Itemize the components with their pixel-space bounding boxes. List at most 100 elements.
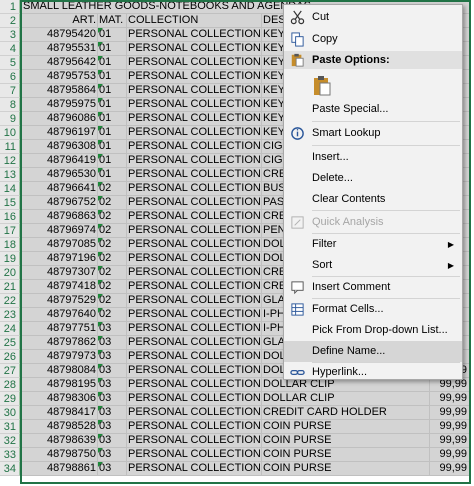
row-header[interactable]: 34 [0,462,20,476]
cell-art[interactable]: 48795975 [20,98,98,112]
row-header[interactable]: 15 [0,196,20,210]
row-header[interactable]: 24 [0,322,20,336]
row-header[interactable]: 29 [0,392,20,406]
cell-collection[interactable]: PERSONAL COLLECTION [127,126,262,140]
menu-pick-dropdown[interactable]: Pick From Drop-down List... [284,320,462,341]
row-header[interactable]: 32 [0,434,20,448]
cell-collection[interactable]: PERSONAL COLLECTION [127,322,262,336]
cell-collection[interactable]: PERSONAL COLLECTION [127,182,262,196]
header-collection[interactable]: COLLECTION [127,14,262,28]
cell-art[interactable]: 48796086 [20,112,98,126]
menu-insert-comment[interactable]: Insert Comment [284,277,462,298]
row-header[interactable]: 17 [0,224,20,238]
cell-collection[interactable]: PERSONAL COLLECTION [127,84,262,98]
cell-art[interactable]: 48798084 [20,364,98,378]
row-header[interactable]: 13 [0,168,20,182]
cell-desc[interactable]: DOLLAR CLIP [262,392,430,406]
cell-collection[interactable]: PERSONAL COLLECTION [127,196,262,210]
row-header[interactable]: 22 [0,294,20,308]
cell-collection[interactable]: PERSONAL COLLECTION [127,98,262,112]
row-header[interactable]: 5 [0,56,20,70]
cell-art[interactable]: 48797085 [20,238,98,252]
row-header[interactable]: 8 [0,98,20,112]
row-header[interactable]: 33 [0,448,20,462]
cell-desc[interactable]: COIN PURSE [262,462,430,476]
cell-art[interactable]: 48795753 [20,70,98,84]
header-art[interactable]: ART. [20,14,98,28]
cell-art[interactable]: 48795642 [20,56,98,70]
row-header[interactable]: 4 [0,42,20,56]
cell-price[interactable]: 99,99 [430,420,470,434]
row-header[interactable]: 6 [0,70,20,84]
cell-collection[interactable]: PERSONAL COLLECTION [127,70,262,84]
header-mat[interactable]: MAT. [98,14,127,28]
cell-art[interactable]: 48796197 [20,126,98,140]
cell-collection[interactable]: PERSONAL COLLECTION [127,420,262,434]
row-header[interactable]: 31 [0,420,20,434]
cell-collection[interactable]: PERSONAL COLLECTION [127,392,262,406]
menu-cut[interactable]: Cut [284,7,462,28]
row-header[interactable]: 10 [0,126,20,140]
menu-copy[interactable]: Copy [284,29,462,50]
row-header[interactable]: 23 [0,308,20,322]
cell-collection[interactable]: PERSONAL COLLECTION [127,336,262,350]
menu-sort[interactable]: Sort ▶ [284,255,462,276]
row-header[interactable]: 11 [0,140,20,154]
cell-collection[interactable]: PERSONAL COLLECTION [127,168,262,182]
cell-collection[interactable]: PERSONAL COLLECTION [127,364,262,378]
menu-define-name[interactable]: Define Name... [284,341,462,362]
cell-art[interactable]: 48797973 [20,350,98,364]
cell-art[interactable]: 48798195 [20,378,98,392]
cell-collection[interactable]: PERSONAL COLLECTION [127,238,262,252]
row-header[interactable]: 18 [0,238,20,252]
cell-desc[interactable]: COIN PURSE [262,434,430,448]
cell-art[interactable]: 48798306 [20,392,98,406]
menu-paste-special[interactable]: Paste Special... [284,99,462,120]
cell-collection[interactable]: PERSONAL COLLECTION [127,266,262,280]
row-header[interactable]: 26 [0,350,20,364]
cell-price[interactable]: 99,99 [430,406,470,420]
menu-clear-contents[interactable]: Clear Contents [284,189,462,210]
menu-format-cells[interactable]: Format Cells... [284,299,462,320]
cell-price[interactable]: 99,99 [430,462,470,476]
row-header[interactable]: 7 [0,84,20,98]
cell-collection[interactable]: PERSONAL COLLECTION [127,140,262,154]
cell-price[interactable]: 99,99 [430,448,470,462]
row-header[interactable]: 1 [0,0,20,14]
row-header[interactable]: 16 [0,210,20,224]
cell-art[interactable]: 48798639 [20,434,98,448]
menu-hyperlink[interactable]: Hyperlink... [284,362,462,383]
cell-collection[interactable]: PERSONAL COLLECTION [127,294,262,308]
cell-collection[interactable]: PERSONAL COLLECTION [127,252,262,266]
cell-collection[interactable]: PERSONAL COLLECTION [127,308,262,322]
menu-delete[interactable]: Delete... [284,168,462,189]
row-header[interactable]: 30 [0,406,20,420]
cell-art[interactable]: 48797418 [20,280,98,294]
cell-art[interactable]: 48796752 [20,196,98,210]
cell-art[interactable]: 48797862 [20,336,98,350]
cell-collection[interactable]: PERSONAL COLLECTION [127,56,262,70]
cell-art[interactable]: 48797196 [20,252,98,266]
cell-collection[interactable]: PERSONAL COLLECTION [127,224,262,238]
row-header[interactable]: 27 [0,364,20,378]
row-header[interactable]: 2 [0,14,20,28]
cell-collection[interactable]: PERSONAL COLLECTION [127,28,262,42]
cell-art[interactable]: 48797751 [20,322,98,336]
menu-filter[interactable]: Filter ▶ [284,234,462,255]
cell-art[interactable]: 48797640 [20,308,98,322]
cell-price[interactable]: 99,99 [430,392,470,406]
cell-collection[interactable]: PERSONAL COLLECTION [127,434,262,448]
cell-collection[interactable]: PERSONAL COLLECTION [127,154,262,168]
cell-collection[interactable]: PERSONAL COLLECTION [127,210,262,224]
cell-art[interactable]: 48796974 [20,224,98,238]
cell-art[interactable]: 48798861 [20,462,98,476]
row-header[interactable]: 28 [0,378,20,392]
cell-collection[interactable]: PERSONAL COLLECTION [127,112,262,126]
cell-collection[interactable]: PERSONAL COLLECTION [127,406,262,420]
row-header[interactable]: 12 [0,154,20,168]
row-header[interactable]: 3 [0,28,20,42]
row-header[interactable]: 21 [0,280,20,294]
cell-collection[interactable]: PERSONAL COLLECTION [127,378,262,392]
cell-art[interactable]: 48795420 [20,28,98,42]
cell-collection[interactable]: PERSONAL COLLECTION [127,448,262,462]
